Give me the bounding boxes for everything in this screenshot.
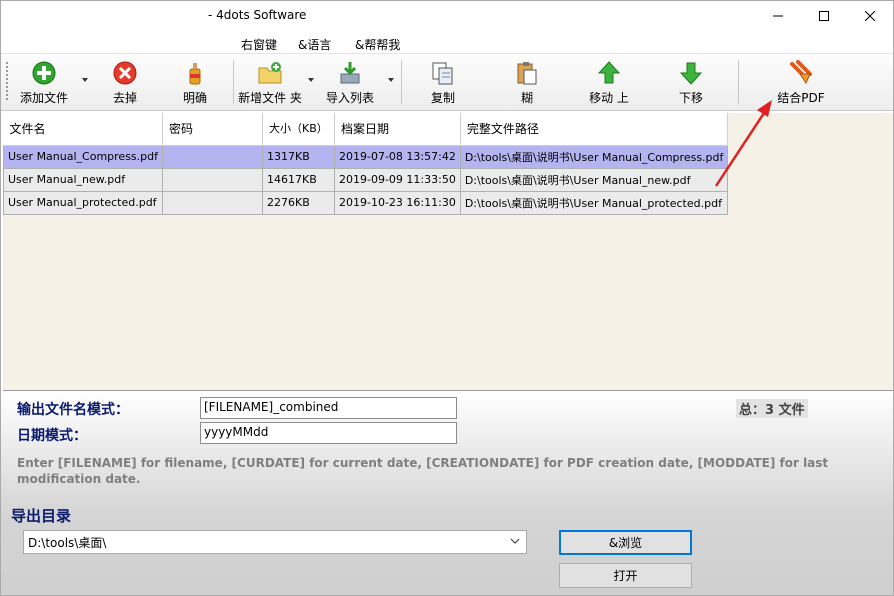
cell-date: 2019-09-09 11:33:50 [334,168,461,192]
clear-icon [189,63,201,85]
copy-icon [432,62,453,85]
minimize-icon [773,15,783,17]
window-title: - 4dots Software [208,8,307,22]
minimize-button[interactable] [755,1,801,31]
cell-size: 2276KB [262,191,335,215]
filename-pattern-input[interactable]: [FILENAME]_combined [200,397,457,419]
toolbar: 添加文件 去掉 明确 新增文件 夹 导入列表 复制 糊 移动 上 下移 结合PD… [1,53,893,111]
cell-size: 14617KB [262,168,335,192]
menu-right-click[interactable]: 右窗键 [241,36,277,53]
remove-icon [113,61,137,85]
output-settings-panel: 输出文件名模式： [FILENAME]_combined 总：3 文件 日期模式… [1,391,893,595]
output-folder-combo[interactable]: D:\tools\桌面\ [23,530,527,554]
pattern-hint-text: Enter [FILENAME] for filename, [CURDATE]… [17,456,829,486]
menu-help[interactable]: &帮帮我 [355,36,400,53]
file-table: 文件名 密码 大小（KB） 档案日期 完整文件路径 User Manual_Co… [3,113,729,215]
add-file-label: 添加文件 [19,91,68,105]
cell-filename: User Manual_protected.pdf [3,191,163,215]
title-bar: - 4dots Software [1,1,893,33]
cell-path: D:\tools\桌面\说明书\User Manual_protected.pd… [460,191,729,215]
remove-label: 去掉 [112,91,137,105]
arrow-down-icon [679,62,703,85]
add-file-button[interactable]: 添加文件 [15,58,73,106]
add-folder-label: 新增文件 夹 [238,91,302,105]
toolbar-separator [233,60,234,104]
date-pattern-label: 日期模式： [17,428,87,444]
paste-icon [517,62,537,85]
app-window: - 4dots Software 右窗键 &语言 &帮帮我 添加文件 去掉 明确… [0,0,894,596]
table-row[interactable]: User Manual_Compress.pdf 1317KB 2019-07-… [3,145,729,169]
import-list-button[interactable]: 导入列表 [321,58,379,106]
move-down-label: 下移 [678,91,703,105]
join-pdf-icon [790,60,812,85]
join-pdf-label: 结合PDF [777,91,825,105]
cell-filename: User Manual_new.pdf [3,168,163,192]
cell-path: D:\tools\桌面\说明书\User Manual_new.pdf [460,168,729,192]
column-header-password[interactable]: 密码 [162,113,263,146]
close-icon [865,11,875,21]
copy-button[interactable]: 复制 [419,58,467,106]
import-icon [340,62,360,84]
import-list-dropdown-icon[interactable] [388,78,394,82]
maximize-icon [819,11,829,21]
table-row[interactable]: User Manual_new.pdf 14617KB 2019-09-09 1… [3,168,729,192]
maximize-button[interactable] [801,1,847,31]
move-down-button[interactable]: 下移 [667,58,715,106]
cell-filename: User Manual_Compress.pdf [3,145,163,169]
remove-button[interactable]: 去掉 [101,58,149,106]
arrow-up-icon [597,61,621,84]
clear-label: 明确 [182,91,207,105]
cell-size: 1317KB [262,145,335,169]
clear-button[interactable]: 明确 [171,58,219,106]
cell-password[interactable] [162,145,263,169]
join-pdf-button[interactable]: 结合PDF [771,58,831,106]
toolbar-separator [401,60,402,104]
paste-button[interactable]: 糊 [503,58,551,106]
column-header-path[interactable]: 完整文件路径 [460,113,729,146]
column-header-filename[interactable]: 文件名 [3,113,163,146]
table-header-row: 文件名 密码 大小（KB） 档案日期 完整文件路径 [3,113,729,146]
add-folder-button[interactable]: 新增文件 夹 [237,58,303,106]
folder-add-icon [258,62,282,84]
cell-date: 2019-07-08 13:57:42 [334,145,461,169]
table-row[interactable]: User Manual_protected.pdf 2276KB 2019-10… [3,191,729,215]
cell-date: 2019-10-23 16:11:30 [334,191,461,215]
menu-language[interactable]: &语言 [298,36,331,53]
add-icon [32,61,56,85]
file-grid[interactable]: 文件名 密码 大小（KB） 档案日期 完整文件路径 User Manual_Co… [3,113,893,391]
open-button[interactable]: 打开 [559,563,692,588]
cell-password[interactable] [162,168,263,192]
date-pattern-input[interactable]: yyyyMMdd [200,422,457,444]
add-folder-dropdown-icon[interactable] [308,78,314,82]
filename-pattern-label: 输出文件名模式： [17,402,129,418]
output-folder-label: 导出目录 [11,507,72,525]
total-files-label: 总：3 文件 [736,399,808,418]
browse-button[interactable]: &浏览 [559,530,692,555]
paste-label: 糊 [520,91,533,105]
import-list-label: 导入列表 [325,91,374,105]
cell-path: D:\tools\桌面\说明书\User Manual_Compress.pdf [460,145,729,169]
close-button[interactable] [847,1,893,31]
chevron-down-icon [510,538,520,544]
add-file-dropdown-icon[interactable] [82,78,88,82]
column-header-date[interactable]: 档案日期 [334,113,461,146]
move-up-button[interactable]: 移动 上 [585,58,633,106]
move-up-label: 移动 上 [589,91,629,105]
toolbar-grip [6,62,8,102]
column-header-size[interactable]: 大小（KB） [262,113,335,146]
menu-bar: 右窗键 &语言 &帮帮我 [1,33,893,53]
toolbar-separator [738,60,739,104]
cell-password[interactable] [162,191,263,215]
output-folder-value: D:\tools\桌面\ [28,536,107,550]
copy-label: 复制 [430,91,455,105]
